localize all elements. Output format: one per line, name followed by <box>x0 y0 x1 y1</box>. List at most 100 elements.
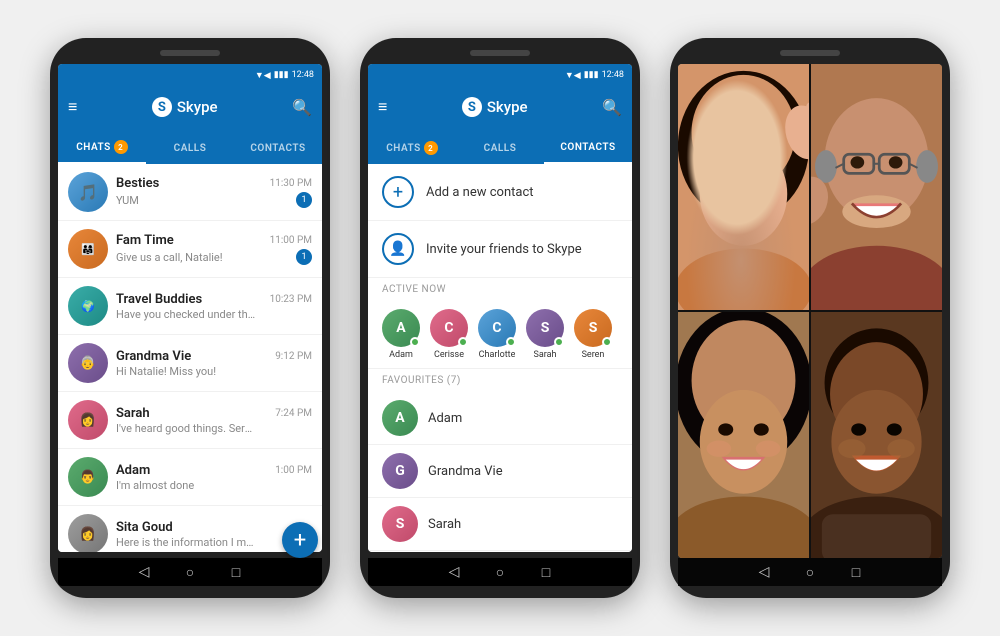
fav-name-grandma: Grandma Vie <box>428 464 503 479</box>
fav-avatar-adam: A <box>382 400 418 436</box>
active-avatar-sarah-2: S <box>526 309 564 347</box>
chat-content-travel: Travel Buddies 10:23 PM Have you checked… <box>116 292 312 321</box>
chat-content-sarah: Sarah 7:24 PM I've heard good things. Se… <box>116 406 312 435</box>
recent-btn-1[interactable]: □ <box>227 563 245 581</box>
chat-time-adam: 1:00 PM <box>275 465 312 476</box>
face-svg-tl <box>678 64 809 310</box>
chat-name-sarah: Sarah <box>116 406 150 421</box>
tab-contacts-1[interactable]: CONTACTS <box>234 132 322 164</box>
active-contact-cerisse[interactable]: C Cerisse <box>430 309 468 360</box>
active-dot-cerisse <box>458 337 468 347</box>
chat-name-sita: Sita Goud <box>116 520 173 535</box>
chat-preview-sita: Here is the information I mentioned... <box>116 536 256 549</box>
active-contact-seren[interactable]: S Seren <box>574 309 612 360</box>
invite-friends-action[interactable]: 👤 Invite your friends to Skype <box>368 221 632 278</box>
chat-time-sarah: 7:24 PM <box>275 408 312 419</box>
tab-chats-2[interactable]: CHATS 2 <box>368 132 456 164</box>
phone-1: ▼◀ ▮▮▮ 12:48 ≡ S Skype 🔍 CHATS 2 CALLS <box>50 38 330 598</box>
face-svg-bl <box>678 312 809 558</box>
video-cell-tr <box>811 64 942 310</box>
chat-time-famtime: 11:00 PM <box>270 235 312 246</box>
signal-icon: ▼◀ <box>255 70 271 81</box>
chat-name-famtime: Fam Time <box>116 233 174 248</box>
fav-item-sarah[interactable]: S Sarah <box>368 498 632 551</box>
chat-name-grandma: Grandma Vie <box>116 349 191 364</box>
back-btn-3[interactable]: ◁ <box>755 563 773 581</box>
phone-nav-1: ◁ ○ □ <box>58 558 322 586</box>
back-btn-2[interactable]: ◁ <box>445 563 463 581</box>
active-avatar-cerisse: C <box>430 309 468 347</box>
unread-famtime: 1 <box>296 249 312 265</box>
active-contact-sarah[interactable]: S Sarah <box>526 309 564 360</box>
chat-preview-travel: Have you checked under the stairs? <box>116 308 256 321</box>
fab-button-1[interactable]: + <box>282 522 318 558</box>
tab-contacts-2[interactable]: CONTACTS <box>544 132 632 164</box>
search-icon-1[interactable]: 🔍 <box>292 98 312 117</box>
home-btn-3[interactable]: ○ <box>801 563 819 581</box>
menu-icon-1[interactable]: ≡ <box>68 97 77 117</box>
active-avatar-adam: A <box>382 309 420 347</box>
signal-icon-2: ▼◀ <box>565 70 581 81</box>
skype-title-2: Skype <box>487 98 528 116</box>
home-btn-2[interactable]: ○ <box>491 563 509 581</box>
fav-avatar-grandma: G <box>382 453 418 489</box>
active-now-row: A Adam C Cerisse C <box>368 301 632 369</box>
screen-3 <box>678 64 942 558</box>
chat-content-besties: Besties 11:30 PM YUM 1 <box>116 176 312 208</box>
avatar-travel: 🌍 <box>68 286 108 326</box>
search-icon-2[interactable]: 🔍 <box>602 98 622 117</box>
fav-item-adam[interactable]: A Adam <box>368 392 632 445</box>
invite-label: Invite your friends to Skype <box>426 242 582 257</box>
chat-item-famtime[interactable]: 👨‍👩‍👧 Fam Time 11:00 PM Give us a call, … <box>58 221 322 278</box>
fav-item-grandma[interactable]: G Grandma Vie <box>368 445 632 498</box>
screen-2: ▼◀ ▮▮▮ 12:48 ≡ S Skype 🔍 CHATS 2 CALLS <box>368 64 632 552</box>
active-dot-sarah <box>554 337 564 347</box>
active-now-label: ACTIVE NOW <box>368 278 632 301</box>
tab-calls-2[interactable]: CALLS <box>456 132 544 164</box>
active-name-adam: Adam <box>389 350 413 360</box>
status-icons-1: ▼◀ ▮▮▮ 12:48 <box>255 70 314 81</box>
status-bar-1: ▼◀ ▮▮▮ 12:48 <box>58 64 322 86</box>
time-2: 12:48 <box>602 70 624 80</box>
chat-item-sarah[interactable]: 👩 Sarah 7:24 PM I've heard good things. … <box>58 392 322 449</box>
screen-1: ▼◀ ▮▮▮ 12:48 ≡ S Skype 🔍 CHATS 2 CALLS <box>58 64 322 552</box>
fav-name-sarah-fav: Sarah <box>428 517 461 532</box>
chat-item-adam[interactable]: 👨 Adam 1:00 PM I'm almost done <box>58 449 322 506</box>
chat-content-adam: Adam 1:00 PM I'm almost done <box>116 463 312 492</box>
active-contact-charlotte[interactable]: C Charlotte <box>478 309 516 360</box>
wifi-icon-2: ▮▮▮ <box>584 70 599 80</box>
status-bar-2: ▼◀ ▮▮▮ 12:48 <box>368 64 632 86</box>
chat-item-travel[interactable]: 🌍 Travel Buddies 10:23 PM Have you check… <box>58 278 322 335</box>
invite-icon: 👤 <box>382 233 414 265</box>
unread-besties: 1 <box>296 192 312 208</box>
add-contact-label: Add a new contact <box>426 185 534 200</box>
skype-logo-2: S Skype <box>462 97 528 117</box>
add-contact-action[interactable]: + Add a new contact <box>368 164 632 221</box>
recent-btn-3[interactable]: □ <box>847 563 865 581</box>
status-icons-2: ▼◀ ▮▮▮ 12:48 <box>565 70 624 81</box>
chat-time-grandma: 9:12 PM <box>275 351 312 362</box>
header-2: ≡ S Skype 🔍 <box>368 86 632 128</box>
skype-logo-1: S Skype <box>152 97 218 117</box>
tabs-2: CHATS 2 CALLS CONTACTS <box>368 128 632 164</box>
chat-content-grandma: Grandma Vie 9:12 PM Hi Natalie! Miss you… <box>116 349 312 378</box>
chat-item-besties[interactable]: 🎵 Besties 11:30 PM YUM 1 <box>58 164 322 221</box>
active-name-sarah-2: Sarah <box>534 350 557 360</box>
header-1: ≡ S Skype 🔍 <box>58 86 322 128</box>
avatar-besties: 🎵 <box>68 172 108 212</box>
active-dot-adam <box>410 337 420 347</box>
recent-btn-2[interactable]: □ <box>537 563 555 581</box>
chat-preview-besties: YUM <box>116 194 139 207</box>
home-btn-1[interactable]: ○ <box>181 563 199 581</box>
back-btn-1[interactable]: ◁ <box>135 563 153 581</box>
favourites-label: FAVOURITES (7) <box>368 369 632 392</box>
speaker-2 <box>470 50 530 56</box>
face-svg-br <box>811 312 942 558</box>
tab-chats-1[interactable]: CHATS 2 <box>58 132 146 164</box>
active-dot-seren <box>602 337 612 347</box>
tab-calls-1[interactable]: CALLS <box>146 132 234 164</box>
phone-nav-2: ◁ ○ □ <box>368 558 632 586</box>
chat-item-grandma[interactable]: 👵 Grandma Vie 9:12 PM Hi Natalie! Miss y… <box>58 335 322 392</box>
menu-icon-2[interactable]: ≡ <box>378 97 387 117</box>
active-contact-adam[interactable]: A Adam <box>382 309 420 360</box>
